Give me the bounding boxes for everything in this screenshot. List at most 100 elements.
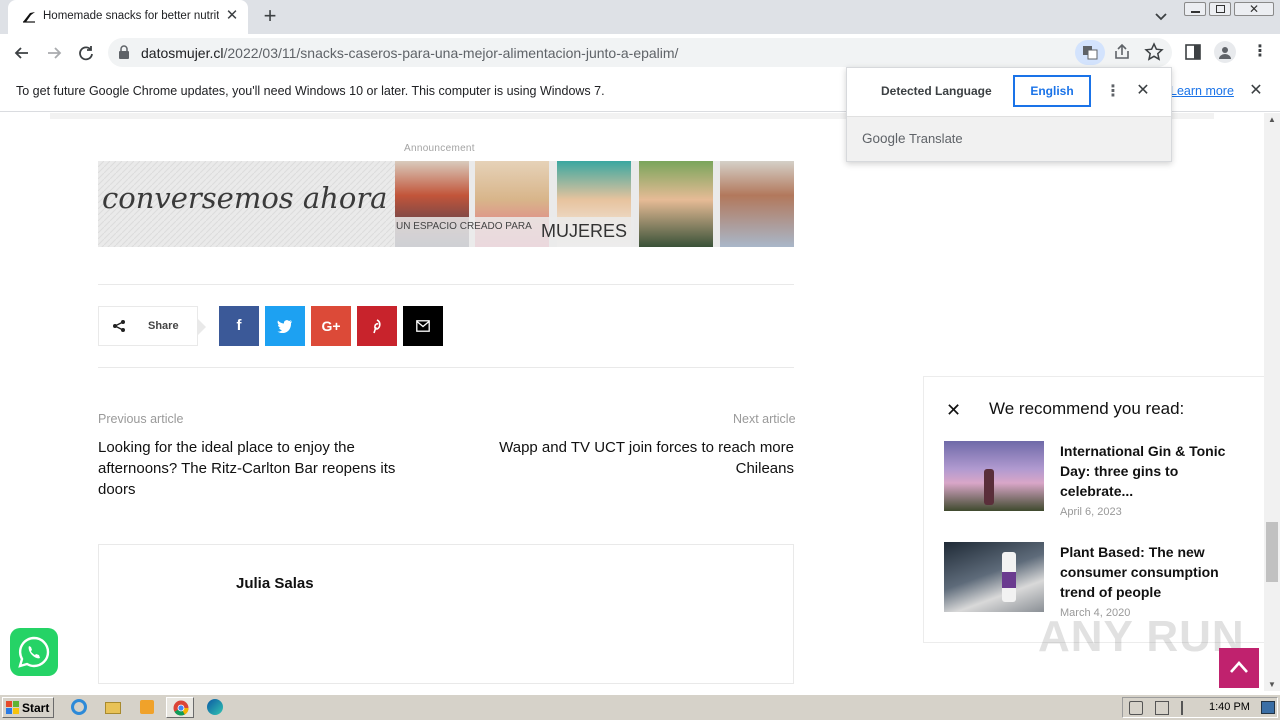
back-button[interactable] xyxy=(9,41,35,65)
ie-icon xyxy=(71,699,87,715)
googleplus-share-button[interactable]: G+ xyxy=(311,306,351,346)
learn-more-link[interactable]: Learn more xyxy=(1170,84,1234,98)
chrome-taskbar-button[interactable] xyxy=(166,697,194,718)
twitter-icon xyxy=(277,320,292,333)
next-article-link[interactable]: Wapp and TV UCT join forces to reach mor… xyxy=(474,437,794,479)
minimize-icon xyxy=(1191,11,1200,13)
person-icon xyxy=(1219,47,1231,59)
anyrun-watermark: ANY RUN xyxy=(1038,612,1245,661)
forward-button[interactable] xyxy=(41,41,67,65)
folder-icon xyxy=(105,702,121,714)
share-page-icon[interactable] xyxy=(1112,43,1132,61)
google-wordmark: Google xyxy=(862,131,906,146)
recommend-item-title[interactable]: Plant Based: The new consumer consumptio… xyxy=(1060,542,1240,602)
tab-close-icon[interactable]: ✕ xyxy=(222,6,242,26)
translate-wordmark: Translate xyxy=(908,131,963,146)
window-close-icon: ✕ xyxy=(1249,2,1260,16)
reload-button[interactable] xyxy=(73,41,99,65)
minimize-button[interactable] xyxy=(1184,2,1206,16)
system-tray: 1:40 PM xyxy=(1122,697,1278,718)
recommend-thumbnail[interactable] xyxy=(944,542,1044,612)
windows-logo-icon xyxy=(6,701,19,714)
recommend-widget: ✕ We recommend you read: International G… xyxy=(923,376,1264,643)
lock-icon[interactable] xyxy=(118,45,130,59)
recommend-heading: We recommend you read: xyxy=(989,399,1185,418)
restore-button[interactable] xyxy=(1209,2,1231,16)
announcement-label: Announcement xyxy=(404,143,475,154)
share-arrow xyxy=(198,319,206,335)
banner-photo-4 xyxy=(639,161,713,247)
email-share-button[interactable] xyxy=(403,306,443,346)
ie-taskbar-button[interactable] xyxy=(65,697,93,718)
translate-options-icon[interactable]: ⋮ xyxy=(1105,82,1121,102)
web-page: Announcement conversemos ahora UN ESPACI… xyxy=(0,113,1264,691)
new-tab-button[interactable]: + xyxy=(258,5,282,29)
tab-search-chevron-icon[interactable] xyxy=(1151,8,1171,26)
tab-title: Homemade snacks for better nutrition xyxy=(43,10,219,22)
translate-page-button[interactable] xyxy=(1075,40,1105,65)
banner-highlight: MUJERES xyxy=(541,221,628,241)
share-icon xyxy=(113,320,125,332)
author-name[interactable]: Julia Salas xyxy=(236,575,314,592)
url-text[interactable]: datosmujer.cl/2022/03/11/snacks-caseros-… xyxy=(141,45,678,61)
restore-icon xyxy=(1216,5,1225,13)
chevron-up-icon xyxy=(1230,661,1248,673)
bookmark-star-icon[interactable] xyxy=(1144,42,1164,62)
chrome-menu-icon[interactable]: ⋮ xyxy=(1252,42,1268,62)
googleplus-icon: G+ xyxy=(321,318,341,334)
email-icon xyxy=(416,320,430,332)
infobar-message: To get future Google Chrome updates, you… xyxy=(16,84,605,98)
pinterest-share-button[interactable] xyxy=(357,306,397,346)
whatsapp-icon xyxy=(18,636,50,668)
translate-close-icon[interactable]: ✕ xyxy=(1133,81,1153,101)
banner-title: conversemos ahora xyxy=(102,181,388,215)
bottle-shape xyxy=(984,469,994,505)
url-path: /2022/03/11/snacks-caseros-para-una-mejo… xyxy=(223,45,679,61)
media-taskbar-button[interactable] xyxy=(133,697,161,718)
pinterest-icon xyxy=(373,319,381,334)
twitter-share-button[interactable] xyxy=(265,306,305,346)
scroll-down-icon[interactable]: ▼ xyxy=(1268,680,1276,689)
whatsapp-chat-button[interactable] xyxy=(10,628,58,676)
taskbar-clock[interactable]: 1:40 PM xyxy=(1209,701,1250,713)
page-scrollbar[interactable] xyxy=(1264,113,1280,691)
url-domain: datosmujer.cl xyxy=(141,45,224,61)
facebook-share-button[interactable]: f xyxy=(219,306,259,346)
browser-tab[interactable]: Homemade snacks for better nutrition ✕ xyxy=(8,0,248,34)
bottle-label xyxy=(1002,572,1016,588)
divider xyxy=(98,284,794,285)
previous-article-label: Previous article xyxy=(98,412,184,426)
back-to-top-button[interactable] xyxy=(1219,648,1259,688)
profile-avatar[interactable] xyxy=(1214,41,1236,63)
scroll-up-icon[interactable]: ▲ xyxy=(1268,115,1276,124)
infobar-close-icon[interactable]: ✕ xyxy=(1246,81,1266,101)
banner-photo-5 xyxy=(720,161,794,247)
side-panel-icon[interactable] xyxy=(1184,43,1202,61)
share-label: Share xyxy=(148,320,179,332)
google-translate-brand: Google Translate xyxy=(862,131,963,146)
recommend-thumbnail[interactable] xyxy=(944,441,1044,511)
translate-icon xyxy=(1083,46,1098,60)
banner-subtitle: UN ESPACIO CREADO PARA xyxy=(396,221,532,232)
show-desktop-icon[interactable] xyxy=(1261,701,1275,714)
english-language-tab[interactable]: English xyxy=(1013,75,1091,107)
previous-article-link[interactable]: Looking for the ideal place to enjoy the… xyxy=(98,437,418,500)
ad-banner[interactable]: conversemos ahora UN ESPACIO CREADO PARA… xyxy=(98,161,794,247)
recommend-item-title[interactable]: International Gin & Tonic Day: three gin… xyxy=(1060,441,1240,501)
detected-language-tab[interactable]: Detected Language xyxy=(881,84,992,98)
media-player-icon xyxy=(140,700,154,714)
start-label: Start xyxy=(22,701,50,715)
explorer-taskbar-button[interactable] xyxy=(99,697,127,718)
window-close-button[interactable]: ✕ xyxy=(1234,2,1274,16)
scrollbar-thumb[interactable] xyxy=(1266,522,1278,582)
action-center-flag-icon[interactable] xyxy=(1181,701,1193,715)
volume-icon[interactable] xyxy=(1129,701,1143,715)
network-icon[interactable] xyxy=(1155,701,1169,715)
start-button[interactable]: Start xyxy=(2,697,54,718)
recommend-item-date: April 6, 2023 xyxy=(1060,506,1122,518)
site-favicon-icon xyxy=(23,12,35,23)
edge-taskbar-button[interactable] xyxy=(201,697,229,718)
share-box[interactable]: Share xyxy=(98,306,206,346)
recommend-close-icon[interactable]: ✕ xyxy=(946,401,964,419)
facebook-icon: f xyxy=(236,317,242,334)
